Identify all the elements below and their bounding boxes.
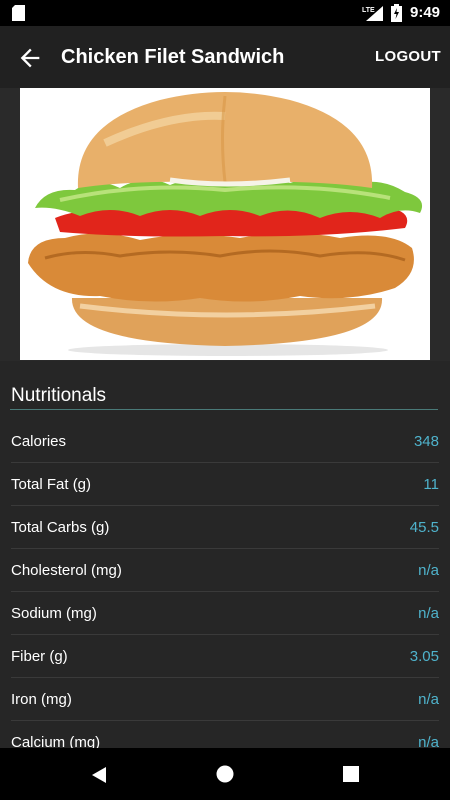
logout-button[interactable]: LOGOUT xyxy=(375,48,441,65)
nutrition-label: Calcium (mg) xyxy=(11,734,101,748)
nutrition-label: Iron (mg) xyxy=(11,691,72,708)
network-type-label: LTE xyxy=(362,7,375,14)
nav-recents-icon[interactable] xyxy=(342,765,360,783)
nutrition-row-calories: Calories 348 xyxy=(11,420,439,463)
page-title: Chicken Filet Sandwich xyxy=(61,46,285,68)
status-clock: 9:49 xyxy=(410,4,441,21)
sandwich-image xyxy=(20,88,430,360)
nutrition-value: 348 xyxy=(413,433,439,450)
nutrition-list: Calories 348 Total Fat (g) 11 Total Carb… xyxy=(0,420,450,748)
nutrition-row-cholesterol: Cholesterol (mg) n/a xyxy=(11,549,439,592)
status-bar: LTE 9:49 xyxy=(0,0,450,26)
nutrition-row-fiber: Fiber (g) 3.05 xyxy=(11,635,439,678)
section-divider xyxy=(10,409,438,410)
nutrition-row-sodium: Sodium (mg) n/a xyxy=(11,592,439,635)
sd-card-icon xyxy=(12,5,25,21)
nav-home-icon[interactable] xyxy=(216,765,234,783)
nutrition-label: Sodium (mg) xyxy=(11,605,97,622)
nutrition-row-iron: Iron (mg) n/a xyxy=(11,678,439,721)
hero-area xyxy=(0,88,450,361)
app-bar: Chicken Filet Sandwich LOGOUT xyxy=(0,26,450,88)
back-arrow-icon[interactable] xyxy=(16,44,44,72)
nutrition-value: n/a xyxy=(418,691,439,708)
nutrition-value: n/a xyxy=(418,605,439,622)
nutrition-label: Calories xyxy=(11,433,67,450)
battery-charging-icon xyxy=(391,4,402,22)
nutrition-row-calcium: Calcium (mg) n/a xyxy=(11,721,439,748)
nutrition-label: Fiber (g) xyxy=(11,648,68,665)
nav-back-icon[interactable] xyxy=(90,766,108,784)
nutritionals-panel: Nutritionals Calories 348 Total Fat (g) … xyxy=(0,361,450,748)
nutritionals-heading: Nutritionals xyxy=(11,385,107,406)
nutrition-value: n/a xyxy=(418,734,439,748)
nutrition-value: 3.05 xyxy=(409,648,439,665)
nutrition-label: Total Fat (g) xyxy=(11,476,92,493)
nutrition-row-total-fat: Total Fat (g) 11 xyxy=(11,463,439,506)
navigation-bar xyxy=(0,748,450,800)
nutrition-value: 45.5 xyxy=(409,519,439,536)
nutrition-label: Total Carbs (g) xyxy=(11,519,110,536)
nutrition-label: Cholesterol (mg) xyxy=(11,562,122,579)
nutrition-row-total-carbs: Total Carbs (g) 45.5 xyxy=(11,506,439,549)
nutrition-value: 11 xyxy=(423,476,439,493)
nutrition-value: n/a xyxy=(418,562,439,579)
lte-signal-icon: LTE xyxy=(362,6,383,21)
